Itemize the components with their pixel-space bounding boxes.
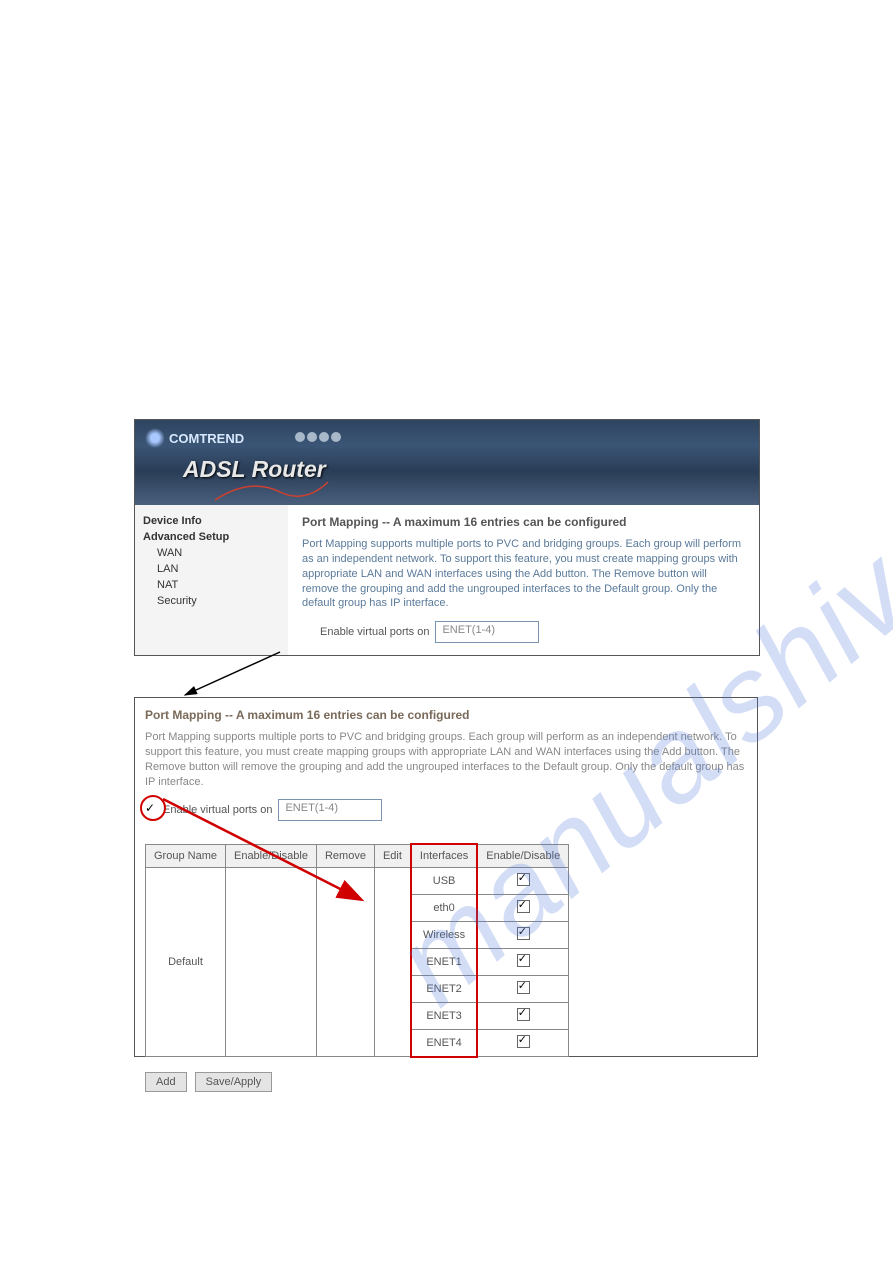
enable-row-bottom: Enable virtual ports on ENET(1-4) (145, 799, 747, 821)
th-edit: Edit (374, 844, 410, 868)
table-header-row: Group Name Enable/Disable Remove Edit In… (146, 844, 569, 868)
iface-checkbox[interactable] (517, 954, 530, 967)
cell-interface: USB (411, 868, 477, 895)
cell-iface-checkbox (477, 922, 569, 949)
enable-checkbox-top[interactable] (302, 626, 314, 638)
sidebar-item-security[interactable]: Security (143, 593, 288, 609)
sidebar-item-nat[interactable]: NAT (143, 577, 288, 593)
th-enable-disable-1: Enable/Disable (225, 844, 316, 868)
iface-checkbox[interactable] (517, 873, 530, 886)
enable-label-bottom: Enable virtual ports on (163, 804, 272, 816)
banner: COMTREND ADSL Router (135, 420, 759, 505)
enable-input-top[interactable]: ENET(1-4) (435, 621, 539, 643)
arrow-between-panels-icon (175, 650, 285, 700)
sidebar-item-lan[interactable]: LAN (143, 561, 288, 577)
iface-checkbox[interactable] (517, 981, 530, 994)
router-admin-panel-top: COMTREND ADSL Router Device Info Advance… (134, 419, 760, 656)
sidebar-item-device-info[interactable]: Device Info (143, 513, 288, 529)
sidebar-item-wan[interactable]: WAN (143, 545, 288, 561)
cell-interface: ENET3 (411, 1003, 477, 1030)
button-row: Add Save/Apply (145, 1072, 747, 1092)
section-description-bottom: Port Mapping supports multiple ports to … (145, 730, 747, 789)
sidebar: Device Info Advanced Setup WAN LAN NAT S… (135, 505, 288, 655)
cell-iface-checkbox (477, 1030, 569, 1057)
cell-interface: eth0 (411, 895, 477, 922)
banner-decor-circles (295, 432, 341, 442)
cell-iface-checkbox (477, 976, 569, 1003)
table-row: Default USB (146, 868, 569, 895)
cell-interface: ENET1 (411, 949, 477, 976)
cell-interface: ENET2 (411, 976, 477, 1003)
cell-iface-checkbox (477, 1003, 569, 1030)
brand-logo-text: COMTREND (169, 431, 244, 446)
th-remove: Remove (316, 844, 374, 868)
cell-interface: Wireless (411, 922, 477, 949)
cell-group-name: Default (146, 868, 226, 1057)
iface-checkbox[interactable] (517, 927, 530, 940)
enable-row-top: Enable virtual ports on ENET(1-4) (302, 621, 745, 643)
panel-body: Device Info Advanced Setup WAN LAN NAT S… (135, 505, 759, 655)
iface-checkbox[interactable] (517, 900, 530, 913)
cell-interface: ENET4 (411, 1030, 477, 1057)
enable-input-bottom[interactable]: ENET(1-4) (278, 799, 382, 821)
enable-checkbox-bottom[interactable] (145, 804, 157, 816)
section-title-top: Port Mapping -- A maximum 16 entries can… (302, 515, 745, 529)
port-mapping-table: Group Name Enable/Disable Remove Edit In… (145, 843, 569, 1058)
add-button[interactable]: Add (145, 1072, 187, 1092)
content-area-top: Port Mapping -- A maximum 16 entries can… (288, 505, 759, 655)
enable-label-top: Enable virtual ports on (320, 626, 429, 638)
sidebar-item-advanced-setup[interactable]: Advanced Setup (143, 529, 288, 545)
cell-enable-disable-group (225, 868, 316, 1057)
cell-iface-checkbox (477, 895, 569, 922)
section-title-bottom: Port Mapping -- A maximum 16 entries can… (145, 708, 747, 722)
th-group-name: Group Name (146, 844, 226, 868)
cell-remove (316, 868, 374, 1057)
iface-checkbox[interactable] (517, 1035, 530, 1048)
th-interfaces: Interfaces (411, 844, 477, 868)
cell-iface-checkbox (477, 868, 569, 895)
save-apply-button[interactable]: Save/Apply (195, 1072, 273, 1092)
iface-checkbox[interactable] (517, 1008, 530, 1021)
section-description-top: Port Mapping supports multiple ports to … (302, 537, 745, 611)
brand-logo: COMTREND (145, 428, 244, 448)
port-mapping-panel-bottom: Port Mapping -- A maximum 16 entries can… (134, 697, 758, 1057)
cell-iface-checkbox (477, 949, 569, 976)
banner-title: ADSL Router (183, 456, 326, 483)
cell-edit (374, 868, 410, 1057)
brand-logo-icon (145, 428, 165, 448)
th-enable-disable-2: Enable/Disable (477, 844, 569, 868)
